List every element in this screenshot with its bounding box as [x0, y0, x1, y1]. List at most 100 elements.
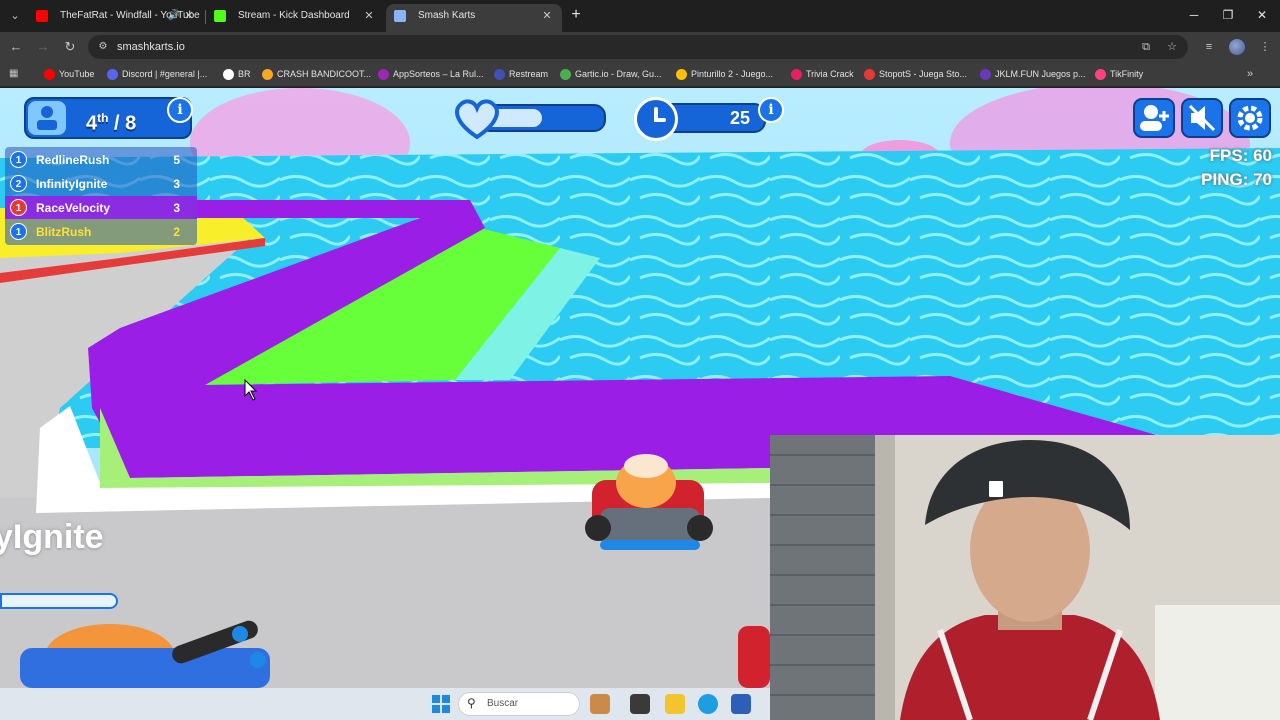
taskbar-search-placeholder: Buscar: [487, 698, 519, 709]
position-value: 4: [86, 112, 98, 135]
profile-avatar[interactable]: [1229, 39, 1245, 55]
trivia-crack-icon: [791, 69, 802, 80]
screen: ⌄ TheFatRat - Windfall - YouTube 🔊 ✕ Str…: [0, 0, 1280, 720]
bookmarks-bar: ▦ YouTube Discord | #general |... BR CRA…: [0, 62, 1280, 87]
webcam-feed: [770, 435, 1280, 720]
player-name: RaceVelocity: [36, 201, 111, 215]
position-total: / 8: [114, 112, 137, 135]
leaderboard-row-self: 1 RaceVelocity 3: [5, 196, 197, 219]
tab-youtube[interactable]: TheFatRat - Windfall - YouTube 🔊 ✕: [28, 4, 204, 32]
rank-badge: 1: [10, 223, 27, 240]
bookmark-br[interactable]: BR: [223, 62, 251, 87]
bookmark-jklm[interactable]: JKLM.FUN Juegos p...: [980, 62, 1086, 87]
bookmark-label: Discord | #general |...: [122, 69, 208, 79]
bookmark-restream[interactable]: Restream: [494, 62, 548, 87]
bookmark-label: Gartic.io - Draw, Gu...: [575, 69, 662, 79]
player-name: InfinityIgnite: [36, 177, 108, 191]
opponent-name-label: yIgnite: [0, 518, 104, 556]
position-suffix: th: [97, 111, 109, 125]
mute-icon: [1188, 104, 1216, 132]
forward-button[interactable]: →: [33, 37, 53, 57]
rank-badge: 1: [10, 151, 27, 168]
leaderboard-row: 1 RedlineRush 5: [5, 148, 197, 171]
taskbar-search[interactable]: ⚲ Buscar: [458, 692, 580, 716]
bookmark-youtube[interactable]: YouTube: [44, 62, 94, 87]
menu-icon[interactable]: ⋮: [1256, 38, 1274, 56]
back-button[interactable]: ←: [6, 37, 26, 57]
ping-counter: PING: 70: [1201, 170, 1272, 189]
bookmark-star-icon[interactable]: ☆: [1164, 39, 1180, 55]
windows-start-icon[interactable]: [432, 695, 450, 713]
address-bar[interactable]: ⚙ smashkarts.io ⧉ ☆: [88, 35, 1188, 59]
tab-bar: ⌄ TheFatRat - Windfall - YouTube 🔊 ✕ Str…: [0, 0, 1280, 32]
file-explorer-icon[interactable]: [665, 694, 685, 714]
install-app-icon[interactable]: ⧉: [1138, 39, 1154, 55]
tab-kick[interactable]: Stream - Kick Dashboard ✕: [206, 4, 384, 32]
task-view-icon[interactable]: [630, 694, 650, 714]
player-score: 3: [173, 177, 180, 191]
add-friend-icon: [1140, 105, 1169, 131]
health-bar: [452, 97, 608, 140]
close-tab-icon[interactable]: ✕: [540, 4, 554, 28]
address-url[interactable]: smashkarts.io: [117, 35, 185, 59]
bookmark-trivia-crack[interactable]: Trivia Crack: [791, 62, 854, 87]
apps-grid-icon[interactable]: ▦: [9, 67, 22, 80]
bookmark-tikfinity[interactable]: TikFinity: [1095, 62, 1143, 87]
clock-icon: [634, 97, 678, 141]
site-info-icon[interactable]: ⚙: [96, 40, 110, 54]
settings-icon: [1237, 105, 1263, 131]
edge-icon[interactable]: [698, 694, 718, 714]
appsorteos-icon: [378, 69, 389, 80]
search-icon: ⚲: [467, 696, 476, 710]
bookmark-label: StopotS - Juega Sto...: [879, 69, 968, 79]
audio-playing-icon[interactable]: 🔊: [168, 4, 180, 28]
opponent-kart-part: [738, 626, 770, 688]
add-friend-button[interactable]: [1133, 98, 1175, 138]
bookmark-crash-bandicoot[interactable]: CRASH BANDICOOT...: [262, 62, 371, 87]
close-tab-icon[interactable]: ✕: [362, 4, 376, 28]
bookmark-label: BR: [238, 69, 251, 79]
bookmark-label: JKLM.FUN Juegos p...: [995, 69, 1086, 79]
position-info-icon[interactable]: i: [167, 97, 193, 123]
gartic-icon: [560, 69, 571, 80]
player-icon: [28, 101, 66, 135]
tab-smash-karts[interactable]: Smash Karts ✕: [386, 4, 562, 32]
bookmark-stopots[interactable]: StopotS - Juega Sto...: [864, 62, 967, 87]
bookmark-label: Pinturillo 2 - Juego...: [691, 69, 774, 79]
mute-button[interactable]: [1181, 98, 1223, 138]
rank-badge: 2: [10, 175, 27, 192]
store-icon[interactable]: [731, 694, 751, 714]
leaderboard-row: 1 BlitzRush 2: [5, 220, 197, 243]
bookmark-pinturillo[interactable]: Pinturillo 2 - Juego...: [676, 62, 773, 87]
pencil-icon: [676, 69, 687, 80]
more-bookmarks-icon[interactable]: »: [1247, 62, 1253, 87]
jklm-icon: [980, 69, 991, 80]
bookmark-label: TikFinity: [1110, 69, 1144, 79]
player-name: RedlineRush: [36, 153, 110, 167]
discord-icon: [107, 69, 118, 80]
new-tab-button[interactable]: +: [568, 5, 584, 25]
bookmark-label: YouTube: [59, 69, 95, 79]
race-position-text: 4th / 8: [86, 99, 136, 143]
kick-icon: [214, 10, 226, 22]
heart-icon: [455, 99, 499, 140]
tab-search-dropdown-icon[interactable]: ⌄: [6, 7, 24, 25]
stopots-icon: [864, 69, 875, 80]
media-control-icon[interactable]: ≡: [1200, 38, 1218, 56]
reload-button[interactable]: ↻: [60, 37, 80, 57]
browser-toolbar: ← → ↻ ⚙ smashkarts.io ⧉ ☆ ≡ ⋮: [0, 32, 1280, 62]
bookmark-appsorteos[interactable]: AppSorteos – La Rul...: [378, 62, 484, 87]
widgets-icon[interactable]: [590, 694, 610, 714]
minimize-button[interactable]: ─: [1180, 4, 1208, 26]
timer-info-icon[interactable]: i: [758, 97, 784, 123]
restore-button[interactable]: ❐: [1214, 4, 1242, 26]
opponent-health-bar: [0, 593, 118, 609]
bookmark-gartic[interactable]: Gartic.io - Draw, Gu...: [560, 62, 662, 87]
close-tab-icon[interactable]: ✕: [182, 4, 196, 28]
bookmark-label: AppSorteos – La Rul...: [393, 69, 484, 79]
crown-icon: [262, 69, 273, 80]
close-window-button[interactable]: ✕: [1248, 4, 1276, 26]
windows-taskbar: ⚲ Buscar: [0, 688, 770, 720]
settings-button[interactable]: [1229, 98, 1271, 138]
bookmark-discord[interactable]: Discord | #general |...: [107, 62, 207, 87]
